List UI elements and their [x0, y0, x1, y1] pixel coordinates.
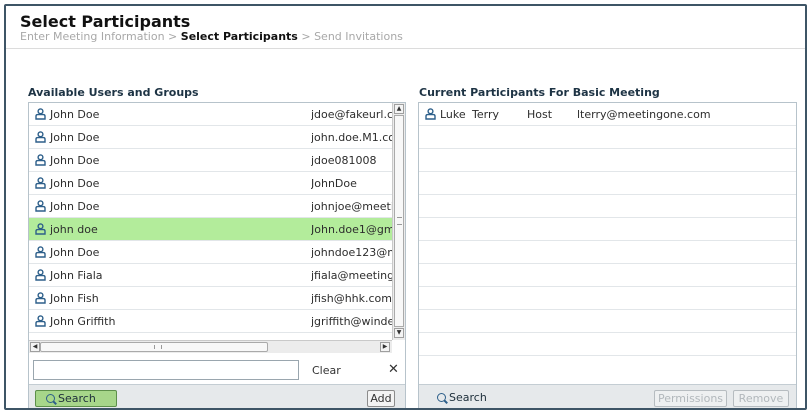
current-participants-heading: Current Participants For Basic Meeting	[419, 86, 660, 99]
breadcrumb-separator: >	[297, 30, 315, 43]
user-name: John Fish	[50, 292, 99, 305]
user-icon	[35, 154, 46, 166]
user-name: John Doe	[50, 108, 100, 121]
user-icon	[35, 131, 46, 143]
select-participants-window: Select Participants Enter Meeting Inform…	[4, 4, 807, 410]
user-icon	[35, 108, 46, 120]
breadcrumb: Enter Meeting Information > Select Parti…	[20, 30, 403, 43]
available-users-heading: Available Users and Groups	[28, 86, 199, 99]
user-list-row[interactable]: John Fiala jfiala@meetingo	[29, 264, 392, 287]
user-list-row[interactable]: John Doe JohnDoe	[29, 172, 392, 195]
scroll-grip-icon	[397, 217, 402, 225]
participants-list: Luke Terry Host lterry@meetingone.com	[419, 103, 796, 356]
user-list-row[interactable]: John Doe jdoe@fakeurl.com	[29, 103, 392, 126]
right-panel-footer: Search Permissions Remove	[419, 384, 796, 408]
participants-search-label: Search	[449, 391, 487, 404]
empty-participant-row	[419, 287, 796, 310]
empty-participant-row	[419, 241, 796, 264]
add-button[interactable]: Add	[367, 390, 395, 407]
user-email: johnjoe@meeting	[311, 200, 392, 213]
empty-participant-row	[419, 264, 796, 287]
search-button[interactable]: Search	[35, 390, 117, 407]
user-name: John Fiala	[50, 269, 103, 282]
breadcrumb-step-select-participants: Select Participants	[180, 30, 298, 43]
user-name: John Doe	[50, 246, 100, 259]
user-list-row[interactable]: John Griffith jgriffith@winderr	[29, 310, 392, 333]
user-icon	[35, 269, 46, 281]
scroll-right-arrow-icon[interactable]: ▶	[380, 342, 390, 352]
user-name: John Doe	[50, 154, 100, 167]
current-participants-panel: Luke Terry Host lterry@meetingone.com Searc…	[418, 102, 797, 408]
vertical-scroll-thumb[interactable]	[394, 115, 404, 327]
clear-button[interactable]: Clear	[312, 364, 341, 377]
participant-first-name: Luke	[440, 108, 466, 121]
horizontal-scroll-thumb[interactable]	[40, 342, 268, 352]
empty-participant-row	[419, 310, 796, 333]
search-icon	[437, 393, 446, 402]
user-icon	[35, 200, 46, 212]
user-name: John Doe	[50, 177, 100, 190]
scroll-grip-icon	[154, 345, 162, 349]
user-name: John Doe	[50, 200, 100, 213]
user-list-row[interactable]: John Doe jdoe081008	[29, 149, 392, 172]
remove-button[interactable]: Remove	[733, 390, 789, 407]
participant-last-name: Terry	[472, 108, 499, 121]
empty-participant-row	[419, 149, 796, 172]
breadcrumb-step-meeting-info: Enter Meeting Information	[20, 30, 165, 43]
user-icon	[35, 292, 46, 304]
user-icon	[425, 108, 436, 120]
participant-email: lterry@meetingone.com	[577, 108, 711, 121]
user-name: John Doe	[50, 131, 100, 144]
user-list-row[interactable]: John Doe johndoe123@me	[29, 241, 392, 264]
user-list-row[interactable]: john doe John.doe1@gma	[29, 218, 392, 241]
participant-role: Host	[527, 108, 553, 121]
user-email: jdoe081008	[311, 154, 377, 167]
left-panel-footer: Search Add	[29, 384, 405, 408]
vertical-scrollbar[interactable]: ▲ ▼	[392, 103, 405, 340]
empty-participant-row	[419, 195, 796, 218]
scroll-down-arrow-icon[interactable]: ▼	[394, 328, 404, 338]
user-list-row[interactable]: John Doe johnjoe@meeting	[29, 195, 392, 218]
user-icon	[35, 246, 46, 258]
participants-search-button[interactable]: Search	[437, 391, 487, 404]
available-users-list: John Doe jdoe@fakeurl.com John Doe john.doe…	[29, 103, 392, 340]
search-button-label: Search	[58, 392, 96, 405]
user-email: John.doe1@gma	[311, 223, 392, 236]
user-email: jfish@hhk.com	[311, 292, 392, 305]
user-email: JohnDoe	[311, 177, 357, 190]
scroll-up-arrow-icon[interactable]: ▲	[394, 104, 404, 114]
horizontal-scrollbar[interactable]: ◀ ▶	[29, 340, 392, 353]
scroll-left-arrow-icon[interactable]: ◀	[30, 342, 40, 352]
empty-participant-row	[419, 333, 796, 356]
page-title: Select Participants	[20, 12, 191, 31]
user-icon	[35, 315, 46, 327]
user-email: jgriffith@winderr	[311, 315, 392, 328]
close-icon[interactable]: ✕	[388, 362, 399, 377]
header-divider	[6, 48, 805, 49]
breadcrumb-step-send-invitations: Send Invitations	[314, 30, 403, 43]
available-users-panel: John Doe jdoe@fakeurl.com John Doe john.doe…	[28, 102, 406, 408]
user-search-input[interactable]	[33, 360, 299, 380]
user-icon	[35, 223, 46, 235]
empty-participant-row	[419, 172, 796, 195]
participant-row[interactable]: Luke Terry Host lterry@meetingone.com	[419, 103, 796, 126]
user-list-row[interactable]: John Fish jfish@hhk.com	[29, 287, 392, 310]
user-list-row[interactable]: John Doe john.doe.M1.com	[29, 126, 392, 149]
user-email: jdoe@fakeurl.com	[311, 108, 392, 121]
empty-participant-row	[419, 126, 796, 149]
breadcrumb-separator: >	[164, 30, 181, 43]
user-email: john.doe.M1.com	[311, 131, 392, 144]
empty-participant-row	[419, 218, 796, 241]
user-email: johndoe123@me	[311, 246, 392, 259]
search-icon	[46, 394, 55, 403]
user-name: John Griffith	[50, 315, 116, 328]
user-email: jfiala@meetingo	[311, 269, 392, 282]
user-name: john doe	[50, 223, 98, 236]
user-icon	[35, 177, 46, 189]
permissions-button[interactable]: Permissions	[654, 390, 727, 407]
